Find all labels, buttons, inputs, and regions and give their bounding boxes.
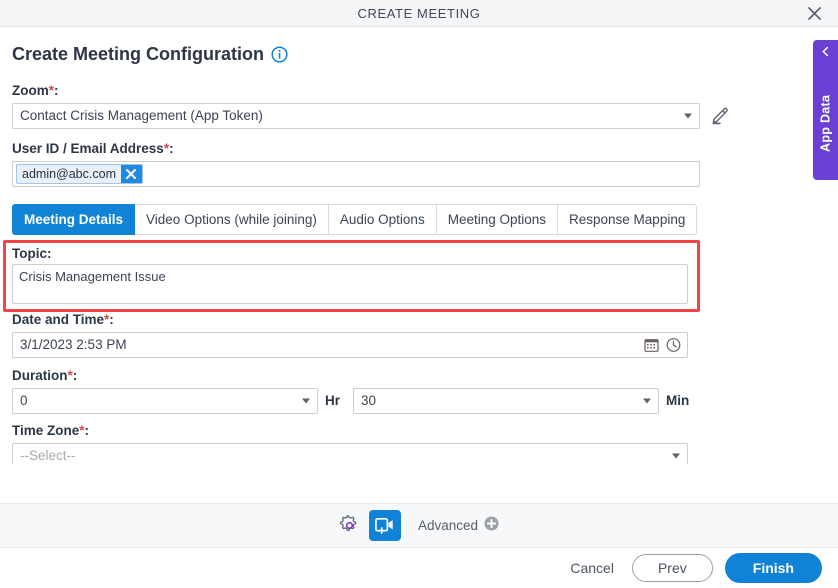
tab-meeting-options[interactable]: Meeting Options: [436, 204, 559, 235]
gear-icon[interactable]: [339, 515, 360, 536]
duration-hours-select[interactable]: 0: [12, 388, 318, 414]
topic-label-colon: :: [47, 246, 52, 261]
advanced-button[interactable]: Advanced: [418, 516, 499, 536]
tab-video-options[interactable]: Video Options (while joining): [135, 204, 329, 235]
chevron-down-icon: [302, 398, 310, 404]
duration-label-colon: :: [72, 368, 78, 383]
email-chip-label: admin@abc.com: [17, 165, 121, 183]
video-add-icon[interactable]: [368, 510, 401, 541]
date-time-value: 3/1/2023 2:53 PM: [20, 337, 127, 352]
user-id-input[interactable]: admin@abc.com: [12, 161, 700, 187]
duration-hours-value: 0: [20, 393, 28, 408]
zoom-select[interactable]: Contact Crisis Management (App Token): [12, 103, 700, 129]
chevron-left-icon: [813, 46, 838, 57]
user-id-label-colon: :: [169, 141, 174, 156]
zoom-select-value: Contact Crisis Management (App Token): [20, 108, 263, 123]
config-tabs: Meeting Details Video Options (while joi…: [12, 204, 698, 235]
pencil-icon[interactable]: [710, 105, 730, 127]
duration-label-text: Duration: [12, 368, 68, 383]
topic-field-label: Topic:: [12, 246, 52, 261]
prev-button[interactable]: Prev: [631, 554, 713, 582]
chevron-down-icon: [643, 398, 651, 404]
page-title-text: Create Meeting Configuration: [12, 44, 265, 64]
time-zone-label-text: Time Zone: [12, 423, 80, 438]
bottom-toolbar: Advanced: [0, 503, 838, 548]
advanced-label: Advanced: [417, 518, 479, 533]
time-zone-field-label: Time Zone*:: [12, 423, 89, 438]
close-icon[interactable]: [120, 165, 142, 183]
app-data-panel-label: App Data: [818, 94, 833, 152]
close-icon[interactable]: [800, 0, 828, 27]
date-time-label-text: Date and Time: [12, 312, 105, 327]
app-data-panel-tab[interactable]: App Data: [813, 40, 838, 180]
email-chip: admin@abc.com: [16, 164, 143, 184]
cancel-button[interactable]: Cancel: [564, 554, 620, 582]
chevron-down-icon: [672, 453, 680, 459]
calendar-icon[interactable]: [644, 338, 659, 353]
duration-hours-unit: Hr: [325, 393, 341, 408]
dialog-content: Create Meeting Configuration Zoom*: Cont…: [0, 28, 838, 464]
zoom-field-label: Zoom*:: [12, 83, 59, 98]
date-time-input[interactable]: 3/1/2023 2:53 PM: [12, 332, 688, 358]
duration-minutes-unit: Min: [666, 393, 690, 408]
finish-button[interactable]: Finish: [724, 553, 822, 583]
user-id-label-text: User ID / Email Address: [12, 141, 164, 156]
duration-minutes-value: 30: [361, 393, 377, 408]
time-zone-label-colon: :: [84, 423, 90, 438]
duration-minutes-select[interactable]: 30: [353, 388, 659, 414]
date-time-icons: [644, 338, 681, 353]
topic-input[interactable]: Crisis Management Issue: [12, 264, 688, 304]
date-time-field-label: Date and Time*:: [12, 312, 114, 327]
user-id-field-label: User ID / Email Address*:: [12, 141, 174, 156]
tab-response-mapping[interactable]: Response Mapping: [558, 204, 698, 235]
dialog-titlebar: CREATE MEETING: [0, 0, 838, 27]
clock-icon[interactable]: [666, 338, 681, 353]
date-time-label-colon: :: [109, 312, 114, 327]
tab-audio-options[interactable]: Audio Options: [328, 204, 437, 235]
time-zone-select[interactable]: --Select--: [12, 443, 688, 464]
dialog-title: CREATE MEETING: [357, 6, 481, 21]
plus-circle-icon[interactable]: [484, 516, 499, 536]
topic-label-text: Topic: [12, 246, 47, 261]
zoom-label-text: Zoom: [12, 83, 49, 98]
zoom-label-colon: :: [54, 83, 59, 98]
dialog-footer: Cancel Prev Finish: [0, 548, 838, 588]
create-meeting-dialog: CREATE MEETING Create Meeting Configurat…: [0, 0, 838, 588]
chevron-down-icon: [684, 113, 692, 119]
duration-field-label: Duration*:: [12, 368, 77, 383]
tab-meeting-details[interactable]: Meeting Details: [12, 204, 136, 235]
page-title: Create Meeting Configuration: [12, 44, 288, 65]
time-zone-value: --Select--: [20, 448, 76, 463]
info-icon[interactable]: [271, 46, 288, 63]
